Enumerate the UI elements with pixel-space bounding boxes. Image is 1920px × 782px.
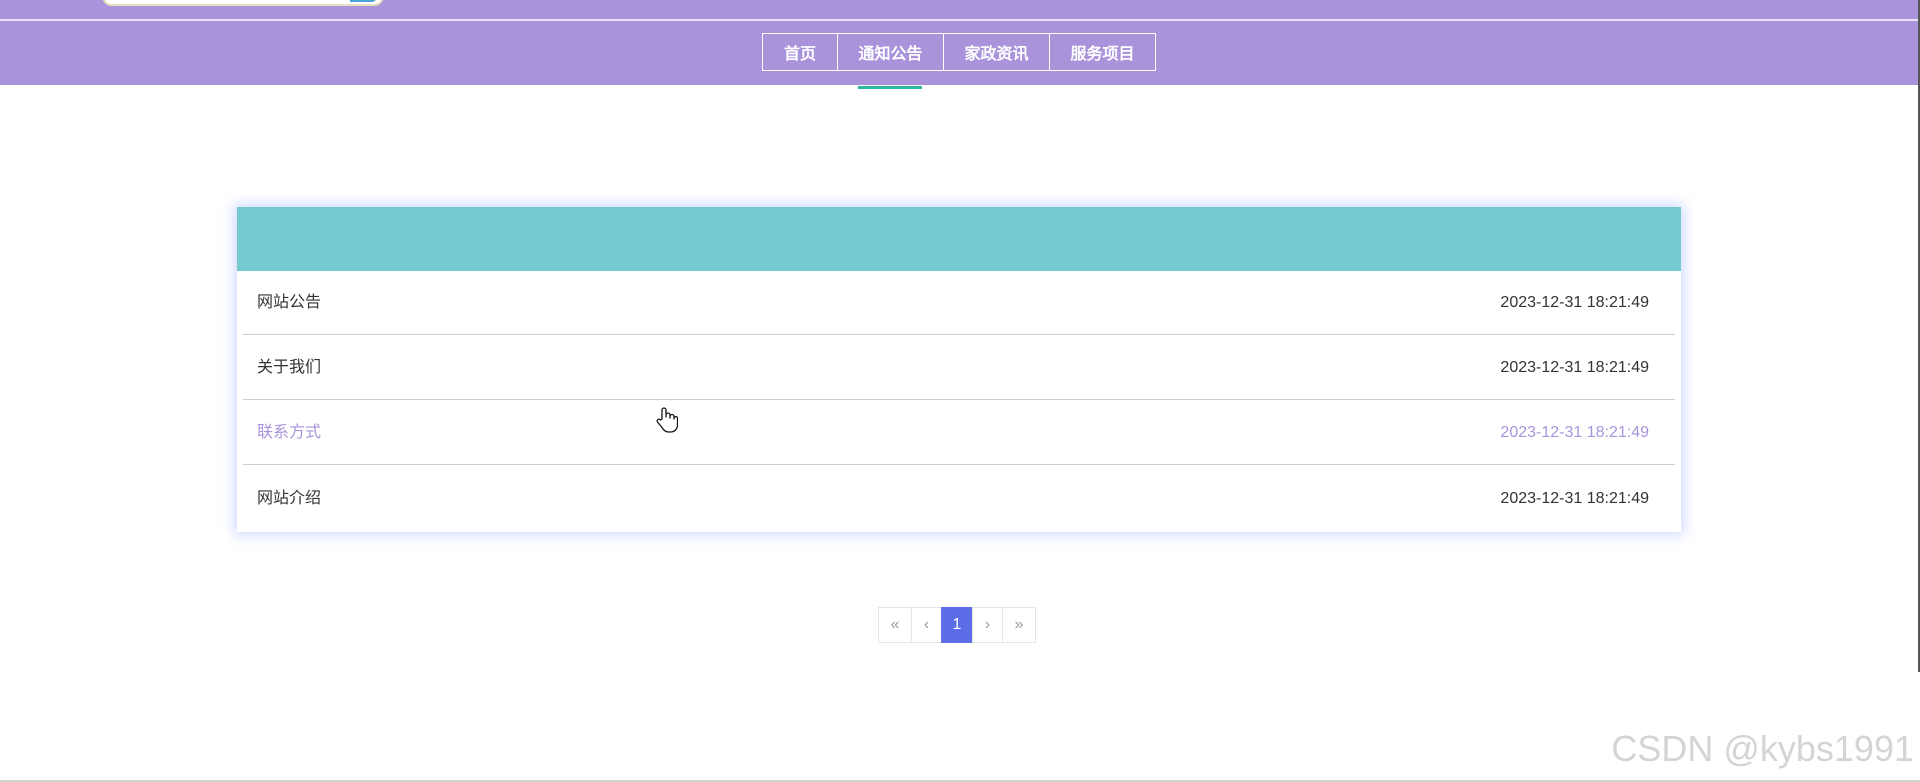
main-navbar: 首页 通知公告 家政资讯 服务项目 [0, 21, 1918, 85]
prev-page-button[interactable]: ‹ [911, 607, 942, 643]
nav-item-home[interactable]: 首页 [762, 33, 838, 71]
current-page-button[interactable]: 1 [941, 607, 973, 643]
notice-date: 2023-12-31 18:21:49 [1500, 401, 1649, 465]
first-page-button[interactable]: « [878, 607, 912, 643]
notice-row[interactable]: 网站公告 2023-12-31 18:21:49 [243, 271, 1675, 335]
notice-row[interactable]: 网站介绍 2023-12-31 18:21:49 [243, 467, 1675, 531]
nav-item-services[interactable]: 服务项目 [1049, 33, 1156, 71]
hand-cursor-icon [656, 406, 678, 434]
notice-date: 2023-12-31 18:21:49 [1500, 467, 1649, 531]
notice-row[interactable]: 关于我们 2023-12-31 18:21:49 [243, 336, 1675, 400]
notice-row[interactable]: 联系方式 2023-12-31 18:21:49 [243, 401, 1675, 465]
notice-list-header [237, 207, 1681, 271]
next-page-button[interactable]: › [972, 607, 1003, 643]
nav-item-notices[interactable]: 通知公告 [837, 33, 944, 71]
notice-title[interactable]: 联系方式 [257, 401, 321, 465]
nav-active-indicator [858, 86, 922, 89]
nav-menu: 首页 通知公告 家政资讯 服务项目 [762, 33, 1156, 71]
notice-date: 2023-12-31 18:21:49 [1500, 271, 1649, 335]
last-page-button[interactable]: » [1002, 607, 1036, 643]
top-bar [0, 0, 1918, 19]
notice-title[interactable]: 关于我们 [257, 336, 321, 400]
search-input[interactable] [102, 0, 384, 6]
watermark: CSDN @kybs1991 [1611, 728, 1914, 770]
notice-date: 2023-12-31 18:21:49 [1500, 336, 1649, 400]
nav-item-news[interactable]: 家政资讯 [943, 33, 1050, 71]
notice-list-panel: 网站公告 2023-12-31 18:21:49 关于我们 2023-12-31… [237, 207, 1681, 532]
notice-title[interactable]: 网站介绍 [257, 467, 321, 531]
notice-title[interactable]: 网站公告 [257, 271, 321, 335]
pagination: « ‹ 1 › » [878, 607, 1036, 643]
